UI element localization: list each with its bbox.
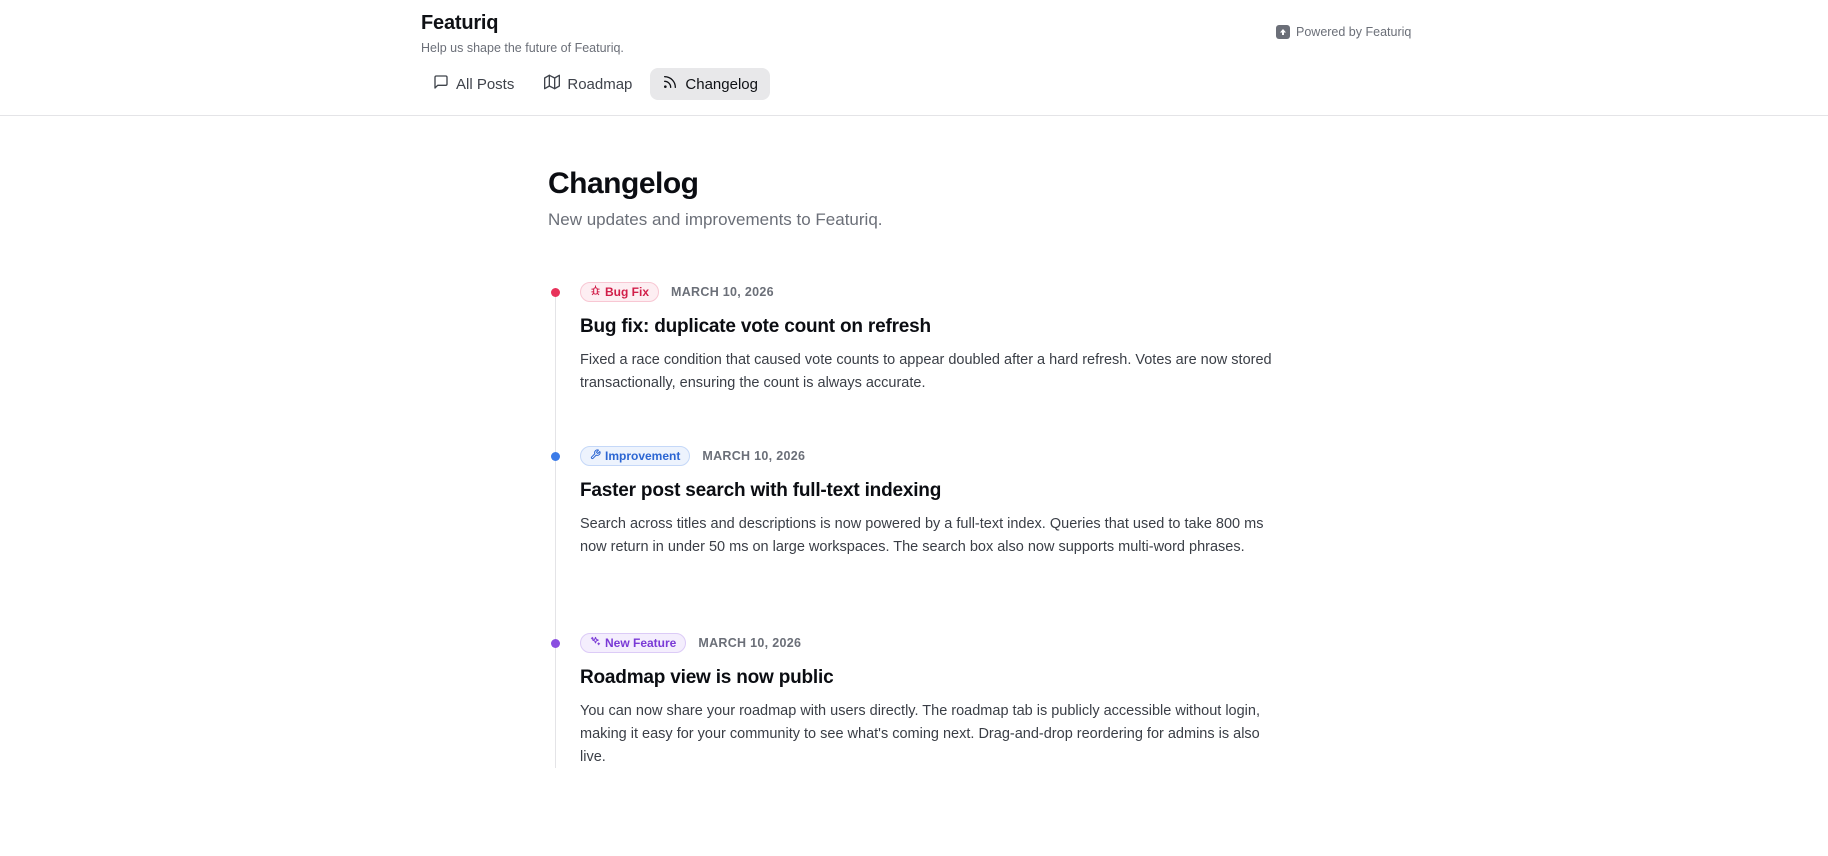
badge-label: Bug Fix xyxy=(605,285,649,299)
entry-title[interactable]: Roadmap view is now public xyxy=(580,667,1288,689)
changelog-timeline: Bug Fix MARCH 10, 2026 Bug fix: duplicat… xyxy=(548,280,1288,769)
tab-label: Roadmap xyxy=(567,75,633,93)
improvement-badge: Improvement xyxy=(580,446,691,466)
bug-icon xyxy=(590,285,601,299)
message-square-icon xyxy=(433,74,449,94)
badge-label: New Feature xyxy=(605,636,677,650)
featuriq-logo-icon xyxy=(1276,25,1290,39)
changelog-entry: Improvement MARCH 10, 2026 Faster post s… xyxy=(548,444,1288,631)
changelog-entry: Bug Fix MARCH 10, 2026 Bug fix: duplicat… xyxy=(548,280,1288,444)
entry-meta: Bug Fix MARCH 10, 2026 xyxy=(580,280,1288,304)
main-nav: All Posts Roadmap Changelog xyxy=(421,68,770,100)
page-subtitle: New updates and improvements to Featuriq… xyxy=(548,210,883,229)
tab-all-posts[interactable]: All Posts xyxy=(421,68,526,100)
map-icon xyxy=(544,74,561,94)
tab-changelog[interactable]: Changelog xyxy=(650,68,770,100)
site-header: Featuriq Help us shape the future of Fea… xyxy=(0,0,1828,116)
badge-label: Improvement xyxy=(605,449,681,463)
bug-fix-badge: Bug Fix xyxy=(580,282,659,302)
tab-roadmap[interactable]: Roadmap xyxy=(532,68,644,100)
changelog-main: Changelog New updates and improvements t… xyxy=(548,166,1288,769)
entry-title[interactable]: Bug fix: duplicate vote count on refresh xyxy=(580,316,1288,338)
entry-date: MARCH 10, 2026 xyxy=(698,636,802,650)
entry-date: MARCH 10, 2026 xyxy=(671,285,774,299)
brand-tagline: Help us shape the future of Featuriq. xyxy=(421,41,624,55)
entry-meta: Improvement MARCH 10, 2026 xyxy=(580,444,1288,468)
timeline-dot xyxy=(551,639,560,648)
entry-body: Search across titles and descriptions is… xyxy=(580,516,1264,555)
powered-by-link[interactable]: Powered by Featuriq xyxy=(1276,25,1411,39)
timeline-dot xyxy=(551,288,560,297)
page-title: Changelog xyxy=(548,167,699,200)
entry-body: You can now share your roadmap with user… xyxy=(580,703,1260,765)
wrench-icon xyxy=(590,449,601,463)
changelog-entry: New Feature MARCH 10, 2026 Roadmap view … xyxy=(548,631,1288,769)
entry-body: Fixed a race condition that caused vote … xyxy=(580,352,1272,391)
tab-label: All Posts xyxy=(456,75,515,93)
entry-date: MARCH 10, 2026 xyxy=(702,449,806,463)
tab-label: Changelog xyxy=(685,75,758,93)
rss-icon xyxy=(662,74,678,94)
entry-title[interactable]: Faster post search with full-text indexi… xyxy=(580,480,1288,502)
timeline-dot xyxy=(551,452,560,461)
brand-name[interactable]: Featuriq xyxy=(421,12,498,35)
powered-by-label: Powered by Featuriq xyxy=(1296,25,1412,39)
entry-meta: New Feature MARCH 10, 2026 xyxy=(580,631,1288,655)
sparkles-icon xyxy=(590,636,601,650)
new-feature-badge: New Feature xyxy=(580,633,687,653)
